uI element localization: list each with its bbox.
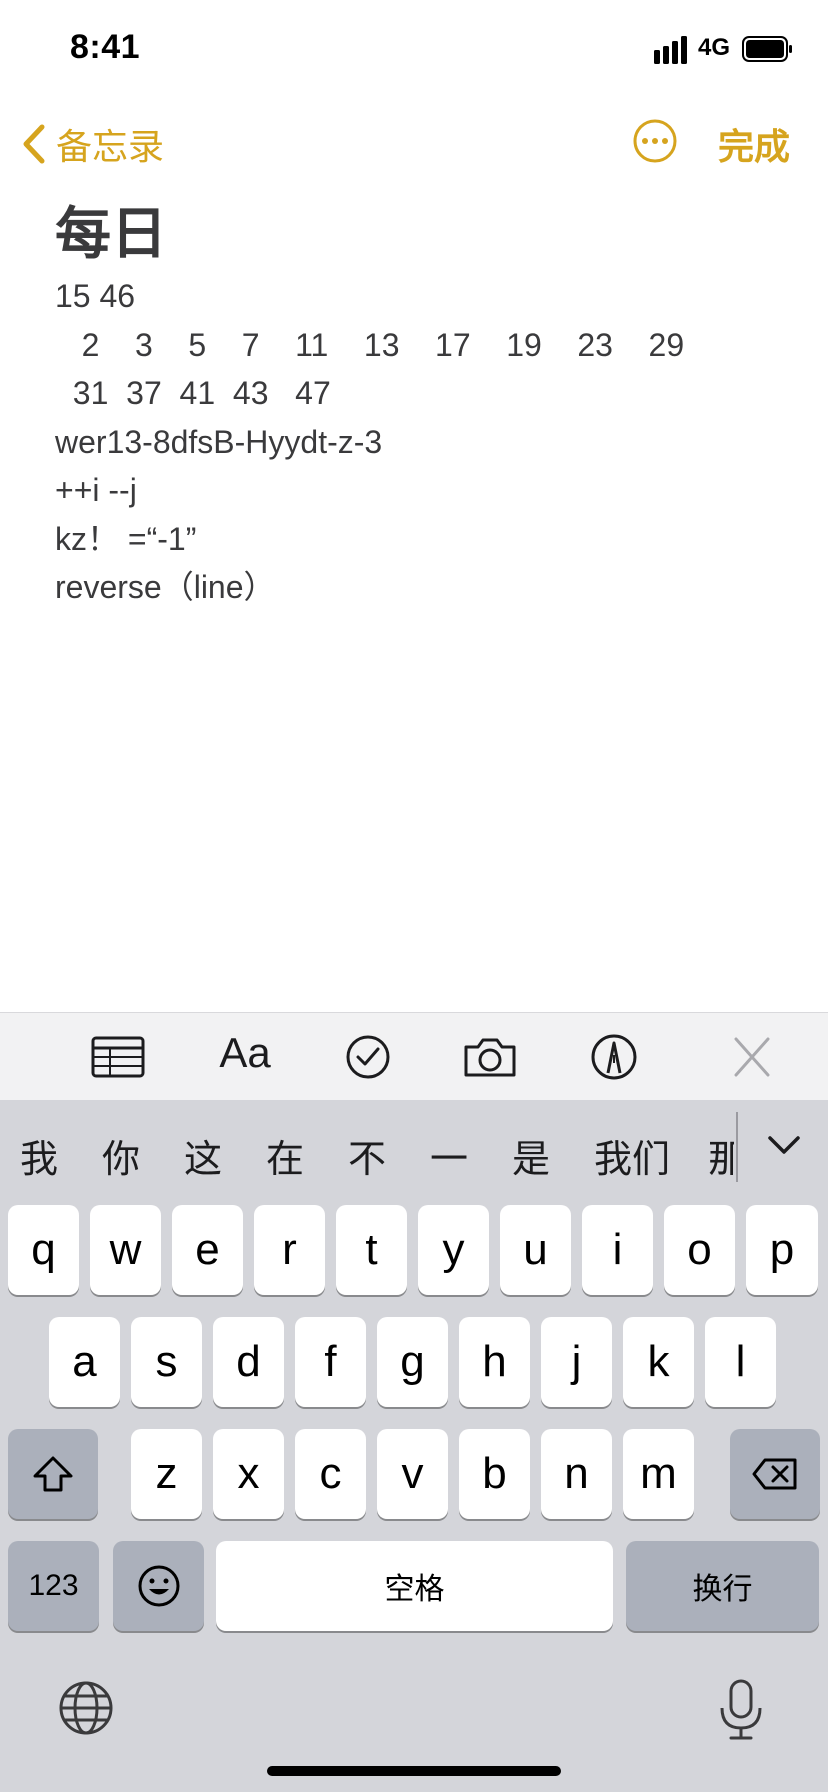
key-p[interactable]: p [746,1205,818,1295]
key-u[interactable]: u [500,1205,571,1295]
more-options-icon[interactable] [632,118,678,164]
back-label: 备忘录 [56,126,165,167]
note-line[interactable]: ++i --j [55,466,775,515]
candidate-word[interactable]: 你 [102,1128,140,1183]
emoji-key[interactable] [113,1541,204,1631]
key-s[interactable]: s [131,1317,202,1407]
chevron-down-icon[interactable] [762,1126,806,1166]
key-v[interactable]: v [377,1429,448,1519]
home-indicator[interactable] [267,1766,561,1776]
candidate-divider [736,1112,738,1182]
key-t[interactable]: t [336,1205,407,1295]
key-m[interactable]: m [623,1429,694,1519]
key-e[interactable]: e [172,1205,243,1295]
key-k[interactable]: k [623,1317,694,1407]
key-a[interactable]: a [49,1317,120,1407]
key-l[interactable]: l [705,1317,776,1407]
chevron-left-icon [23,124,45,164]
numbers-key[interactable]: 123 [8,1541,99,1631]
nav-bar: 备忘录 完成 [0,100,828,186]
shift-key[interactable] [8,1429,98,1519]
keyboard: 我 你 这 在 不 一 是 我们 那 q w e r t y u i o p a… [0,1100,828,1792]
table-icon[interactable] [90,1033,146,1081]
battery-icon [742,36,792,62]
note-title[interactable]: 每日 [55,200,775,268]
globe-icon[interactable] [58,1680,114,1736]
key-j[interactable]: j [541,1317,612,1407]
backspace-icon [752,1458,797,1490]
text-format-button[interactable]: Aa [200,1029,290,1077]
shift-icon [33,1456,73,1492]
camera-icon[interactable] [462,1033,518,1081]
candidate-word[interactable]: 是 [512,1128,550,1183]
format-toolbar: Aa [0,1012,828,1101]
status-bar: 8:41 4G [0,0,828,100]
key-i[interactable]: i [582,1205,653,1295]
back-button[interactable]: 备忘录 [22,118,164,170]
candidate-word[interactable]: 我们 [594,1128,670,1183]
key-z[interactable]: z [131,1429,202,1519]
space-key[interactable]: 空格 [216,1541,613,1631]
key-g[interactable]: g [377,1317,448,1407]
cellular-signal-icon [654,36,687,64]
key-b[interactable]: b [459,1429,530,1519]
note-line[interactable]: wer13-8dfsB-Hyydt-z-3 [55,418,775,467]
key-h[interactable]: h [459,1317,530,1407]
checklist-icon[interactable] [340,1033,396,1081]
markup-pen-icon[interactable] [586,1033,642,1081]
microphone-icon[interactable] [716,1678,766,1742]
return-key[interactable]: 换行 [626,1541,819,1631]
network-type: 4G [698,34,731,61]
candidate-word[interactable]: 那 [708,1128,734,1183]
key-f[interactable]: f [295,1317,366,1407]
key-o[interactable]: o [664,1205,735,1295]
note-line[interactable]: reverse（line） [55,563,775,612]
close-icon[interactable] [724,1033,780,1081]
key-q[interactable]: q [8,1205,79,1295]
key-d[interactable]: d [213,1317,284,1407]
candidate-word[interactable]: 这 [184,1128,222,1183]
key-n[interactable]: n [541,1429,612,1519]
key-y[interactable]: y [418,1205,489,1295]
note-line[interactable]: kz！ =“-1” [55,515,775,564]
key-x[interactable]: x [213,1429,284,1519]
note-body[interactable]: 每日 15 46 2 3 5 7 11 13 17 19 23 29 31 37… [55,200,775,612]
status-time: 8:41 [70,28,141,66]
key-r[interactable]: r [254,1205,325,1295]
done-button[interactable]: 完成 [718,118,790,170]
candidate-word[interactable]: 在 [266,1128,304,1183]
delete-key[interactable] [730,1429,820,1519]
key-c[interactable]: c [295,1429,366,1519]
candidate-word[interactable]: 不 [348,1128,386,1183]
candidate-word[interactable]: 我 [20,1128,58,1183]
note-line[interactable]: 2 3 5 7 11 13 17 19 23 29 [55,321,775,370]
note-line[interactable]: 15 46 [55,272,775,321]
note-line[interactable]: 31 37 41 43 47 [55,369,775,418]
candidate-word[interactable]: 一 [430,1128,468,1183]
key-w[interactable]: w [90,1205,161,1295]
candidate-bar: 我 你 这 在 不 一 是 我们 那 [0,1100,828,1204]
emoji-icon [138,1565,179,1607]
